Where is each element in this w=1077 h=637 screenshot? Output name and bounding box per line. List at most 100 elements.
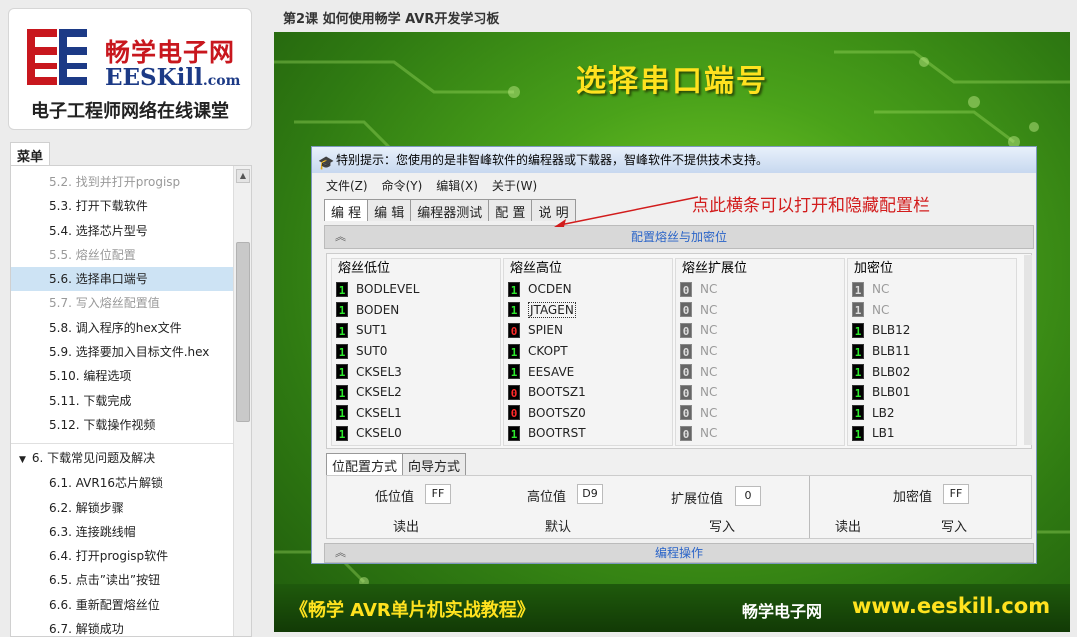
fuse-bit-row[interactable]: 0 BOOTSZ1 bbox=[504, 382, 672, 403]
fuse-bit-toggle[interactable]: 0 bbox=[680, 384, 692, 400]
fuse-bit-toggle[interactable]: 1 bbox=[852, 384, 864, 400]
mode-tab[interactable]: 位配置方式 bbox=[326, 453, 404, 477]
fuse-bit-row[interactable]: 1 BLB12 bbox=[848, 320, 1016, 341]
fuse-bit-toggle[interactable]: 1 bbox=[336, 405, 348, 421]
fuse-bit-toggle[interactable]: 1 bbox=[336, 281, 348, 297]
window-menu-item[interactable]: 文件(Z) bbox=[326, 175, 368, 197]
fuse-bit-toggle[interactable]: 1 bbox=[508, 364, 520, 380]
default-button[interactable]: 默认 bbox=[545, 516, 571, 535]
fuse-bit-toggle[interactable]: 0 bbox=[680, 364, 692, 380]
fuse-bit-toggle[interactable]: 1 bbox=[852, 302, 864, 318]
fuse-bit-toggle[interactable]: 0 bbox=[680, 405, 692, 421]
fuse-bit-row[interactable]: 0 NC bbox=[676, 382, 844, 403]
lock-read-button[interactable]: 读出 bbox=[835, 516, 861, 535]
fuse-bit-row[interactable]: 1 CKSEL1 bbox=[332, 403, 500, 424]
fuse-bit-row[interactable]: 1 CKSEL3 bbox=[332, 361, 500, 382]
config-scrollbar[interactable] bbox=[1024, 255, 1032, 445]
menu-item[interactable]: 6.4. 打开progisp软件 bbox=[11, 544, 233, 568]
fuse-bit-row[interactable]: 1 BLB02 bbox=[848, 361, 1016, 382]
menu-item[interactable]: 5.4. 选择芯片型号 bbox=[11, 219, 233, 243]
fuse-bit-row[interactable]: 0 NC bbox=[676, 279, 844, 300]
fuse-bit-row[interactable]: 1 NC bbox=[848, 300, 1016, 321]
menu-item[interactable]: 6.3. 连接跳线帽 bbox=[11, 520, 233, 544]
fuse-bit-row[interactable]: 1 LB1 bbox=[848, 423, 1016, 444]
fuse-bit-row[interactable]: 1 OCDEN bbox=[504, 279, 672, 300]
fuse-bit-row[interactable]: 1 JTAGEN bbox=[504, 300, 672, 321]
fuse-bit-toggle[interactable]: 0 bbox=[680, 425, 692, 441]
fuse-bit-row[interactable]: 0 NC bbox=[676, 423, 844, 444]
fuse-bit-toggle[interactable]: 1 bbox=[336, 364, 348, 380]
fuse-bit-row[interactable]: 0 NC bbox=[676, 320, 844, 341]
program-operations-bar[interactable]: ︽ 编程操作 bbox=[324, 543, 1034, 563]
fuse-bit-toggle[interactable]: 1 bbox=[508, 343, 520, 359]
window-tab[interactable]: 编 程 bbox=[324, 199, 369, 221]
fuse-bit-row[interactable]: 1 BODEN bbox=[332, 300, 500, 321]
fuse-bit-toggle[interactable]: 1 bbox=[336, 343, 348, 359]
fuse-bit-row[interactable]: 0 NC bbox=[676, 403, 844, 424]
fuse-bit-row[interactable]: 0 NC bbox=[676, 300, 844, 321]
fuse-bit-row[interactable]: 1 BODLEVEL bbox=[332, 279, 500, 300]
fuse-bit-toggle[interactable]: 1 bbox=[508, 425, 520, 441]
fuse-bit-row[interactable]: 0 NC bbox=[676, 341, 844, 362]
menu-item[interactable]: 5.8. 调入程序的hex文件 bbox=[11, 316, 233, 340]
low-value-field[interactable]: FF bbox=[425, 484, 451, 504]
fuse-bit-toggle[interactable]: 1 bbox=[852, 425, 864, 441]
collapse-triangle-icon[interactable]: ▼ bbox=[19, 446, 26, 474]
fuse-bit-toggle[interactable]: 0 bbox=[680, 281, 692, 297]
scroll-thumb[interactable] bbox=[236, 242, 250, 422]
scroll-up-icon[interactable]: ▲ bbox=[236, 169, 250, 183]
fuse-bit-toggle[interactable]: 1 bbox=[336, 302, 348, 318]
fuse-bit-row[interactable]: 1 BOOTRST bbox=[504, 423, 672, 444]
menu-item[interactable]: 5.12. 下载操作视频 bbox=[11, 413, 233, 437]
menu-item[interactable]: 5.10. 编程选项 bbox=[11, 364, 233, 388]
menu-item[interactable]: 6.1. AVR16芯片解锁 bbox=[11, 471, 233, 495]
menu-scrollbar[interactable]: ▲ bbox=[233, 166, 251, 636]
fuse-bit-row[interactable]: 1 SUT1 bbox=[332, 320, 500, 341]
fuse-bit-toggle[interactable]: 1 bbox=[852, 281, 864, 297]
window-tab[interactable]: 编程器测试 bbox=[410, 199, 490, 221]
fuse-bit-row[interactable]: 1 NC bbox=[848, 279, 1016, 300]
fuse-bit-row[interactable]: 1 CKSEL0 bbox=[332, 423, 500, 444]
fuse-bit-toggle[interactable]: 0 bbox=[508, 384, 520, 400]
menu-item[interactable]: 6.5. 点击”读出”按钮 bbox=[11, 568, 233, 592]
fuse-bit-row[interactable]: 1 BLB11 bbox=[848, 341, 1016, 362]
fuse-bit-toggle[interactable]: 1 bbox=[508, 281, 520, 297]
menu-item[interactable]: 6.2. 解锁步骤 bbox=[11, 496, 233, 520]
fuse-bit-row[interactable]: 1 BLB01 bbox=[848, 382, 1016, 403]
fuse-bit-row[interactable]: 1 CKSEL2 bbox=[332, 382, 500, 403]
fuse-bit-row[interactable]: 1 CKOPT bbox=[504, 341, 672, 362]
fuse-bit-toggle[interactable]: 1 bbox=[852, 405, 864, 421]
window-menu-item[interactable]: 命令(Y) bbox=[382, 175, 423, 197]
fuse-bit-toggle[interactable]: 0 bbox=[680, 343, 692, 359]
fuse-bit-row[interactable]: 0 SPIEN bbox=[504, 320, 672, 341]
fuse-bit-row[interactable]: 1 EESAVE bbox=[504, 361, 672, 382]
video-slide[interactable]: 选择串口端号 🎓 特别提示：您使用的是非智峰软件的编程器或下载器，智峰软件不提供… bbox=[274, 32, 1070, 632]
menu-item[interactable]: 5.7. 写入熔丝配置值 bbox=[11, 291, 233, 315]
menu-section-header[interactable]: ▼ 6. 下载常见问题及解决 bbox=[11, 443, 233, 471]
high-value-field[interactable]: D9 bbox=[577, 484, 603, 504]
fuse-bit-toggle[interactable]: 1 bbox=[852, 364, 864, 380]
menu-item[interactable]: 6.6. 重新配置熔丝位 bbox=[11, 593, 233, 617]
menu-item[interactable]: 5.2. 找到并打开progisp bbox=[11, 170, 233, 194]
fuse-bit-toggle[interactable]: 0 bbox=[508, 322, 520, 338]
window-tab[interactable]: 配 置 bbox=[488, 199, 533, 221]
window-tab[interactable]: 编 辑 bbox=[367, 199, 412, 221]
fuse-bit-toggle[interactable]: 0 bbox=[680, 322, 692, 338]
menu-item[interactable]: 5.5. 熔丝位配置 bbox=[11, 243, 233, 267]
menu-item[interactable]: 5.3. 打开下载软件 bbox=[11, 194, 233, 218]
fuse-bit-row[interactable]: 1 LB2 bbox=[848, 403, 1016, 424]
fuse-bit-toggle[interactable]: 1 bbox=[852, 343, 864, 359]
window-menu-item[interactable]: 关于(W) bbox=[492, 175, 537, 197]
fuse-bit-toggle[interactable]: 1 bbox=[336, 322, 348, 338]
fuse-bit-toggle[interactable]: 1 bbox=[336, 384, 348, 400]
fuse-bit-row[interactable]: 0 NC bbox=[676, 361, 844, 382]
menu-tab[interactable]: 菜单 bbox=[10, 142, 50, 166]
ext-value-field[interactable]: 0 bbox=[735, 486, 761, 506]
fuse-bit-row[interactable]: 0 BOOTSZ0 bbox=[504, 403, 672, 424]
menu-item[interactable]: 5.9. 选择要加入目标文件.hex bbox=[11, 340, 233, 364]
lock-write-button[interactable]: 写入 bbox=[941, 516, 967, 535]
menu-item[interactable]: 5.6. 选择串口端号 bbox=[11, 267, 233, 292]
menu-item[interactable]: 5.11. 下载完成 bbox=[11, 389, 233, 413]
fuse-bit-toggle[interactable]: 1 bbox=[852, 322, 864, 338]
fuse-bit-toggle[interactable]: 0 bbox=[680, 302, 692, 318]
